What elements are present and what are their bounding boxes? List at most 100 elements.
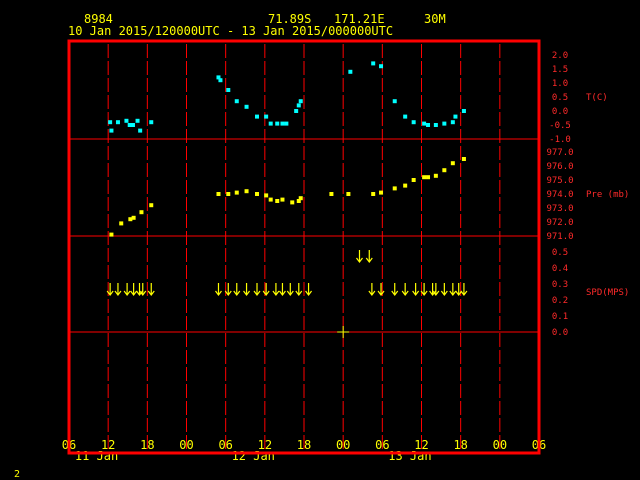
wind-arrow	[305, 283, 313, 296]
pressure-point	[254, 192, 259, 196]
pressure-point	[379, 190, 384, 195]
pressure-point	[461, 157, 466, 161]
temperature-point	[244, 104, 249, 109]
pressure-point	[131, 215, 136, 220]
temperature-point	[442, 121, 447, 126]
wind-arrow	[224, 283, 232, 296]
temperature-point	[124, 118, 129, 123]
pressure-point	[422, 175, 427, 180]
wind-arrow	[114, 283, 122, 296]
x-axis-labels: 06 12 18 00 06 12 18 00 06 12 18 00 0611 Jan 12 Jan 13…	[62, 438, 546, 463]
temperature-point	[275, 121, 280, 126]
x-tick-label: 18	[453, 438, 467, 452]
temperature-point	[348, 69, 353, 74]
temperature-point	[280, 121, 285, 126]
wind-arrow	[272, 283, 280, 296]
y-tick-label: 0.5	[552, 93, 568, 103]
meteogram-chart: 8984 71.89S 171.21E 30M 10 Jan 2015/1200…	[14, 12, 629, 480]
temperature-point	[130, 123, 135, 127]
pressure-point	[346, 192, 351, 196]
pressure-point	[329, 192, 334, 196]
pressure-point	[442, 168, 447, 173]
y-tick-label: 0.3	[552, 280, 568, 290]
wind-arrow	[123, 283, 131, 296]
wind-arrow	[449, 283, 457, 296]
wind-arrow	[130, 283, 138, 296]
y-tick-label: 972.0	[546, 218, 573, 228]
temperature-point	[392, 99, 397, 104]
temperature-point	[411, 120, 416, 125]
panel-label: SPD(MPS)	[586, 288, 629, 298]
wind-arrow	[215, 283, 222, 296]
panel-label: Pre (mb)	[586, 190, 629, 200]
pressure-point	[411, 178, 416, 182]
wind-arrow	[278, 283, 286, 296]
wind-arrow	[460, 283, 468, 296]
grid	[107, 44, 501, 450]
temperature-point	[149, 120, 154, 125]
wind-arrow	[377, 283, 385, 296]
temperature-point	[379, 64, 384, 69]
wind-arrow	[365, 250, 373, 263]
pressure-point	[234, 190, 239, 195]
temperature-point	[226, 88, 231, 92]
x-tick-label: 00	[179, 438, 193, 452]
wind-arrow	[233, 283, 241, 296]
x-tick-label: 00	[336, 438, 350, 452]
pressure-point	[450, 161, 455, 166]
wind-arrow	[420, 283, 428, 296]
temperature-point	[450, 120, 455, 125]
temperature-point	[298, 99, 303, 104]
pressure-point	[244, 189, 249, 194]
temperature-point	[426, 123, 431, 127]
temperature-point	[371, 61, 376, 66]
x-day-label: 12 Jan	[232, 449, 275, 463]
pressure-point	[216, 192, 221, 196]
station-height: 30M	[424, 12, 446, 26]
pressure-point	[392, 186, 397, 191]
temperature-point	[135, 118, 140, 123]
temperature-point	[264, 114, 269, 119]
temperature-point	[108, 120, 113, 125]
temperature-point	[433, 123, 438, 127]
temperature-point	[109, 128, 114, 133]
pressure-point	[268, 197, 273, 202]
y-tick-label: 1.0	[552, 79, 568, 89]
wind-arrow	[391, 283, 399, 296]
x-tick-label: 18	[297, 438, 311, 452]
pressure-point	[280, 197, 285, 202]
temperature-point	[453, 114, 458, 119]
y-tick-label: 0.2	[552, 296, 568, 306]
y-tick-label: 975.0	[546, 176, 573, 186]
temperature-point	[284, 121, 289, 126]
temperature-point	[422, 121, 427, 126]
header: 8984 71.89S 171.21E 30M 10 Jan 2015/1200…	[68, 12, 446, 38]
y-tick-label: 0.4	[552, 264, 568, 274]
pressure-point	[264, 193, 269, 198]
y-tick-label: 974.0	[546, 190, 573, 200]
pressure-point	[226, 192, 231, 196]
wind-arrow	[295, 283, 303, 296]
y-tick-label: 0.0	[552, 328, 568, 338]
y-tick-label: -1.0	[549, 135, 571, 145]
y-tick-label: 0.1	[552, 312, 568, 322]
temperature-point	[138, 128, 143, 133]
pressure-point	[149, 203, 154, 208]
pressure-point	[298, 196, 303, 201]
x-tick-label: 18	[140, 438, 154, 452]
pressure-point	[426, 175, 431, 180]
page-number: 2	[14, 469, 20, 480]
temperature-point	[296, 103, 301, 108]
temperature-point	[218, 78, 223, 83]
x-day-label: 13 Jan	[388, 449, 431, 463]
wind-arrow	[440, 283, 448, 296]
x-day-label: 11 Jan	[75, 449, 118, 463]
panel-label: T(C)	[586, 93, 608, 103]
pressure-point	[371, 192, 376, 196]
pressure-point	[109, 232, 114, 237]
temperature-point	[234, 99, 239, 104]
wind-arrow	[253, 283, 261, 296]
temperature-point	[254, 114, 259, 119]
temperature-point	[294, 109, 299, 113]
wind-arrow	[368, 283, 376, 296]
